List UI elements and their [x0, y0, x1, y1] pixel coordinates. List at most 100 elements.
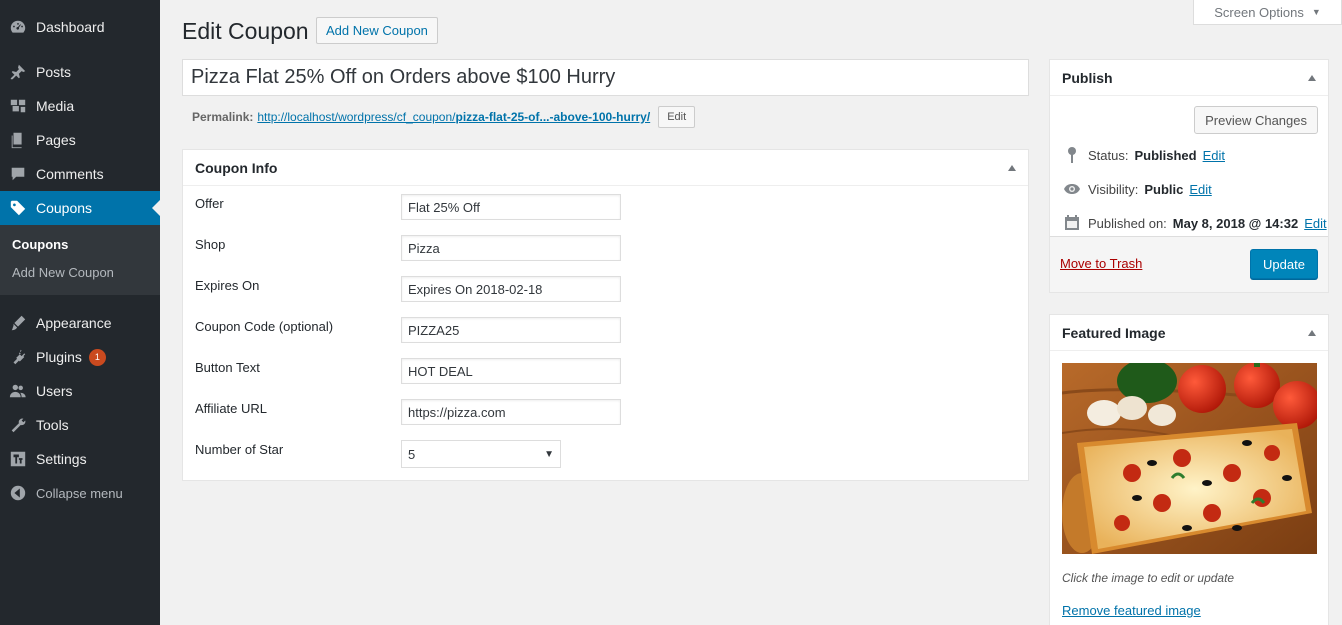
sidebar-item-label: Pages — [36, 132, 76, 148]
published-on-row: Published on: May 8, 2018 @ 14:32 Edit — [1062, 214, 1327, 232]
pages-icon — [11, 132, 22, 149]
permalink-slug: pizza-flat-25-of...-above-100-hurry/ — [455, 110, 651, 124]
collapse-toggle-icon[interactable] — [1308, 75, 1316, 81]
field-label: Expires On — [195, 278, 260, 293]
collapse-menu-button[interactable]: Collapse menu — [0, 476, 160, 510]
screen-options-button[interactable]: Screen Options ▼ — [1193, 0, 1342, 25]
sidebar-item-comments[interactable]: Comments — [0, 157, 160, 191]
calendar-icon — [1062, 214, 1082, 232]
sidebar-item-settings[interactable]: Settings — [0, 442, 160, 476]
plugin-icon — [13, 349, 26, 365]
featured-image-header[interactable]: Featured Image — [1050, 315, 1328, 351]
permalink-link[interactable]: http://localhost/wordpress/cf_coupon/piz… — [257, 110, 650, 124]
caret-down-icon: ▼ — [544, 449, 554, 460]
coupon-info-header[interactable]: Coupon Info — [183, 150, 1028, 186]
sidebar-item-label: Users — [36, 383, 73, 399]
sidebar-item-posts[interactable]: Posts — [0, 55, 160, 89]
status-value: Published — [1134, 147, 1197, 163]
published-on-edit-link[interactable]: Edit — [1304, 216, 1326, 231]
sidebar-item-pages[interactable]: Pages — [0, 123, 160, 157]
plugins-update-badge: 1 — [88, 348, 106, 366]
status-label: Status: — [1088, 147, 1129, 163]
pin-status-icon — [1062, 146, 1082, 164]
collapse-icon — [10, 485, 26, 501]
post-title-input[interactable]: Pizza Flat 25% Off on Orders above $100 … — [182, 59, 1029, 96]
coupon-code-input[interactable]: PIZZA25 — [401, 317, 621, 343]
featured-image-hint: Click the image to edit or update — [1062, 571, 1235, 585]
field-label: Number of Star — [195, 442, 284, 457]
collapse-toggle-icon[interactable] — [1008, 165, 1016, 171]
button-text-input[interactable]: HOT DEAL — [401, 358, 621, 384]
field-offer: Offer Flat 25% Off — [195, 194, 1015, 220]
remove-featured-image-link[interactable]: Remove featured image — [1062, 603, 1201, 618]
add-new-coupon-button[interactable]: Add New Coupon — [316, 17, 438, 44]
number-of-star-select[interactable]: 5 ▼ — [401, 440, 561, 468]
sidebar-item-users[interactable]: Users — [0, 374, 160, 408]
dashboard-icon — [10, 20, 26, 33]
users-icon — [9, 384, 26, 398]
field-coupon-code: Coupon Code (optional) PIZZA25 — [195, 317, 1015, 343]
visibility-edit-link[interactable]: Edit — [1189, 182, 1211, 197]
coupon-info-title: Coupon Info — [195, 159, 278, 176]
sidebar-item-dashboard[interactable]: Dashboard — [0, 10, 160, 44]
field-button-text: Button Text HOT DEAL — [195, 358, 1015, 384]
sidebar-item-media[interactable]: Media — [0, 89, 160, 123]
field-shop: Shop Pizza — [195, 235, 1015, 261]
sidebar-item-label: Media — [36, 98, 75, 114]
field-number-of-star: Number of Star 5 ▼ — [195, 440, 1015, 468]
status-edit-link[interactable]: Edit — [1203, 148, 1225, 163]
screen-options-label: Screen Options — [1214, 4, 1304, 20]
submenu-item-coupons[interactable]: Coupons — [0, 232, 160, 260]
publish-header[interactable]: Publish — [1050, 60, 1328, 96]
permalink-base: http://localhost/wordpress/cf_coupon/ — [257, 110, 456, 124]
visibility-row: Visibility: Public Edit — [1062, 180, 1212, 198]
coupons-submenu: Coupons Add New Coupon — [0, 225, 160, 295]
preview-changes-button[interactable]: Preview Changes — [1194, 106, 1318, 134]
featured-image-pizza[interactable] — [1062, 363, 1317, 554]
field-label: Offer — [195, 196, 224, 211]
sidebar-item-plugins[interactable]: Plugins 1 — [0, 340, 160, 374]
update-button[interactable]: Update — [1250, 249, 1318, 279]
collapse-menu-label: Collapse menu — [36, 485, 123, 501]
eye-icon — [1062, 180, 1082, 198]
published-on-label: Published on: — [1088, 215, 1167, 231]
sidebar-item-label: Tools — [36, 417, 69, 433]
affiliate-url-input[interactable]: https://pizza.com — [401, 399, 621, 425]
field-label: Button Text — [195, 360, 260, 375]
offer-input[interactable]: Flat 25% Off — [401, 194, 621, 220]
sidebar-item-label: Dashboard — [36, 19, 105, 35]
select-value: 5 — [408, 446, 416, 462]
field-label: Affiliate URL — [195, 401, 268, 416]
sidebar-item-tools[interactable]: Tools — [0, 408, 160, 442]
caret-down-icon: ▼ — [1311, 7, 1321, 17]
permalink-label: Permalink: — [192, 110, 254, 124]
publish-title: Publish — [1062, 69, 1113, 86]
expires-on-input[interactable]: Expires On 2018-02-18 — [401, 276, 621, 302]
brush-icon — [11, 315, 26, 331]
sidebar-item-label: Appearance — [36, 315, 112, 331]
sidebar-item-label: Posts — [36, 64, 72, 80]
collapse-toggle-icon[interactable] — [1308, 330, 1316, 336]
move-to-trash-link[interactable]: Move to Trash — [1060, 256, 1142, 271]
featured-image-box: Featured Image Click the image to edit o… — [1049, 314, 1329, 625]
field-affiliate-url: Affiliate URL https://pizza.com — [195, 399, 1015, 425]
submenu-item-add-new-coupon[interactable]: Add New Coupon — [0, 260, 160, 288]
status-row: Status: Published Edit — [1062, 146, 1225, 164]
page-title: Edit Coupon — [182, 18, 309, 44]
sidebar-item-label: Plugins — [36, 349, 82, 365]
pin-icon — [10, 64, 26, 80]
settings-icon — [10, 451, 26, 467]
sidebar-item-label: Coupons — [36, 200, 93, 216]
shop-input[interactable]: Pizza — [401, 235, 621, 261]
sidebar-item-coupons[interactable]: Coupons — [0, 191, 160, 225]
sidebar-item-label: Comments — [36, 166, 104, 182]
coupon-info-box: Coupon Info Offer Flat 25% Off Shop Pizz… — [182, 149, 1029, 481]
tag-icon — [10, 200, 26, 216]
admin-sidebar: Dashboard Posts Media Pages Comments Cou… — [0, 0, 160, 625]
field-expires-on: Expires On Expires On 2018-02-18 — [195, 276, 1015, 302]
permalink-edit-button[interactable]: Edit — [658, 106, 696, 128]
sidebar-item-label: Settings — [36, 451, 87, 467]
major-publishing-actions: Move to Trash Update — [1050, 236, 1328, 292]
visibility-value: Public — [1144, 181, 1184, 197]
sidebar-item-appearance[interactable]: Appearance — [0, 306, 160, 340]
